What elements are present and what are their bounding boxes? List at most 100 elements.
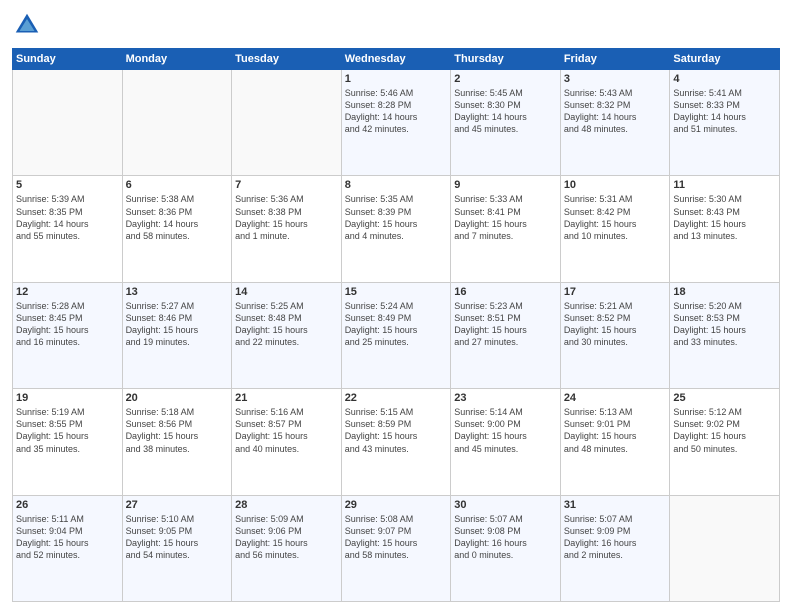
cell-content: Sunrise: 5:19 AM Sunset: 8:55 PM Dayligh… <box>16 406 119 455</box>
cell-content: Sunrise: 5:20 AM Sunset: 8:53 PM Dayligh… <box>673 300 776 349</box>
calendar-cell: 8Sunrise: 5:35 AM Sunset: 8:39 PM Daylig… <box>341 176 451 282</box>
cell-content: Sunrise: 5:41 AM Sunset: 8:33 PM Dayligh… <box>673 87 776 136</box>
calendar-cell: 5 Sunrise: 5:39 AM Sunset: 8:35 PM Daylig… <box>13 176 123 282</box>
cell-content: Sunrise: 5:33 AM Sunset: 8:41 PM Dayligh… <box>454 193 557 242</box>
calendar-cell: 30 Sunrise: 5:07 AM Sunset: 9:08 PM Dayli… <box>451 495 561 601</box>
day-number: 15 <box>345 286 448 298</box>
calendar-table: SundayMondayTuesdayWednesdayThursdayFrid… <box>12 48 780 602</box>
logo-icon <box>12 10 42 40</box>
cell-content: Sunrise: 5:23 AM Sunset: 8:51 PM Dayligh… <box>454 300 557 349</box>
cell-content: Sunrise: 5:15 AM Sunset: 8:59 PM Dayligh… <box>345 406 448 455</box>
day-number: 22 <box>345 392 448 404</box>
cell-content: Sunrise: 5:11 AM Sunset: 9:04 PM Dayligh… <box>16 513 119 562</box>
day-number: 26 <box>16 499 119 511</box>
day-number: 29 <box>345 499 448 511</box>
day-header-wednesday: Wednesday <box>341 49 451 70</box>
day-number: 2 <box>454 73 557 85</box>
calendar-week-2: 5 Sunrise: 5:39 AM Sunset: 8:35 PM Daylig… <box>13 176 780 282</box>
day-number: 27 <box>126 499 229 511</box>
calendar-cell: 14Sunrise: 5:25 AM Sunset: 8:48 PM Dayli… <box>232 282 342 388</box>
day-number: 4 <box>673 73 776 85</box>
cell-content: Sunrise: 5:18 AM Sunset: 8:56 PM Dayligh… <box>126 406 229 455</box>
calendar-week-1: 1 Sunrise: 5:46 AM Sunset: 8:28 PM Daylig… <box>13 70 780 176</box>
calendar-week-5: 26 Sunrise: 5:11 AM Sunset: 9:04 PM Dayli… <box>13 495 780 601</box>
day-number: 11 <box>673 179 776 191</box>
day-number: 30 <box>454 499 557 511</box>
day-number: 20 <box>126 392 229 404</box>
day-number: 7 <box>235 179 338 191</box>
day-number: 25 <box>673 392 776 404</box>
calendar-cell: 19Sunrise: 5:19 AM Sunset: 8:55 PM Dayli… <box>13 389 123 495</box>
calendar-cell: 24Sunrise: 5:13 AM Sunset: 9:01 PM Dayli… <box>560 389 670 495</box>
calendar-cell <box>122 70 232 176</box>
calendar-cell <box>232 70 342 176</box>
cell-content: Sunrise: 5:09 AM Sunset: 9:06 PM Dayligh… <box>235 513 338 562</box>
day-number: 10 <box>564 179 667 191</box>
day-header-friday: Friday <box>560 49 670 70</box>
cell-content: Sunrise: 5:08 AM Sunset: 9:07 PM Dayligh… <box>345 513 448 562</box>
cell-content: Sunrise: 5:25 AM Sunset: 8:48 PM Dayligh… <box>235 300 338 349</box>
day-number: 3 <box>564 73 667 85</box>
logo <box>12 10 46 40</box>
cell-content: Sunrise: 5:10 AM Sunset: 9:05 PM Dayligh… <box>126 513 229 562</box>
calendar-cell: 13 Sunrise: 5:27 AM Sunset: 8:46 PM Dayli… <box>122 282 232 388</box>
calendar-cell: 2Sunrise: 5:45 AM Sunset: 8:30 PM Daylig… <box>451 70 561 176</box>
page: SundayMondayTuesdayWednesdayThursdayFrid… <box>0 0 792 612</box>
calendar-cell: 25 Sunrise: 5:12 AM Sunset: 9:02 PM Dayli… <box>670 389 780 495</box>
day-number: 5 <box>16 179 119 191</box>
day-number: 31 <box>564 499 667 511</box>
cell-content: Sunrise: 5:07 AM Sunset: 9:08 PM Dayligh… <box>454 513 557 562</box>
cell-content: Sunrise: 5:36 AM Sunset: 8:38 PM Dayligh… <box>235 193 338 242</box>
calendar-cell: 7 Sunrise: 5:36 AM Sunset: 8:38 PM Daylig… <box>232 176 342 282</box>
calendar-cell: 17 Sunrise: 5:21 AM Sunset: 8:52 PM Dayli… <box>560 282 670 388</box>
calendar-cell: 27 Sunrise: 5:10 AM Sunset: 9:05 PM Dayli… <box>122 495 232 601</box>
calendar-cell: 31 Sunrise: 5:07 AM Sunset: 9:09 PM Dayli… <box>560 495 670 601</box>
calendar-cell: 21 Sunrise: 5:16 AM Sunset: 8:57 PM Dayli… <box>232 389 342 495</box>
calendar-cell: 26 Sunrise: 5:11 AM Sunset: 9:04 PM Dayli… <box>13 495 123 601</box>
cell-content: Sunrise: 5:21 AM Sunset: 8:52 PM Dayligh… <box>564 300 667 349</box>
cell-content: Sunrise: 5:24 AM Sunset: 8:49 PM Dayligh… <box>345 300 448 349</box>
cell-content: Sunrise: 5:35 AM Sunset: 8:39 PM Dayligh… <box>345 193 448 242</box>
day-number: 23 <box>454 392 557 404</box>
cell-content: Sunrise: 5:43 AM Sunset: 8:32 PM Dayligh… <box>564 87 667 136</box>
cell-content: Sunrise: 5:07 AM Sunset: 9:09 PM Dayligh… <box>564 513 667 562</box>
calendar-cell: 6Sunrise: 5:38 AM Sunset: 8:36 PM Daylig… <box>122 176 232 282</box>
calendar-cell: 20 Sunrise: 5:18 AM Sunset: 8:56 PM Dayli… <box>122 389 232 495</box>
day-number: 17 <box>564 286 667 298</box>
calendar-cell <box>670 495 780 601</box>
day-number: 1 <box>345 73 448 85</box>
day-number: 16 <box>454 286 557 298</box>
day-number: 18 <box>673 286 776 298</box>
cell-content: Sunrise: 5:46 AM Sunset: 8:28 PM Dayligh… <box>345 87 448 136</box>
day-number: 28 <box>235 499 338 511</box>
day-header-thursday: Thursday <box>451 49 561 70</box>
calendar-cell: 28 Sunrise: 5:09 AM Sunset: 9:06 PM Dayli… <box>232 495 342 601</box>
calendar-header-row: SundayMondayTuesdayWednesdayThursdayFrid… <box>13 49 780 70</box>
cell-content: Sunrise: 5:14 AM Sunset: 9:00 PM Dayligh… <box>454 406 557 455</box>
calendar-cell: 3 Sunrise: 5:43 AM Sunset: 8:32 PM Daylig… <box>560 70 670 176</box>
cell-content: Sunrise: 5:27 AM Sunset: 8:46 PM Dayligh… <box>126 300 229 349</box>
cell-content: Sunrise: 5:12 AM Sunset: 9:02 PM Dayligh… <box>673 406 776 455</box>
cell-content: Sunrise: 5:39 AM Sunset: 8:35 PM Dayligh… <box>16 193 119 242</box>
cell-content: Sunrise: 5:30 AM Sunset: 8:43 PM Dayligh… <box>673 193 776 242</box>
calendar-cell: 18 Sunrise: 5:20 AM Sunset: 8:53 PM Dayli… <box>670 282 780 388</box>
cell-content: Sunrise: 5:38 AM Sunset: 8:36 PM Dayligh… <box>126 193 229 242</box>
calendar-cell: 23 Sunrise: 5:14 AM Sunset: 9:00 PM Dayli… <box>451 389 561 495</box>
cell-content: Sunrise: 5:16 AM Sunset: 8:57 PM Dayligh… <box>235 406 338 455</box>
day-header-tuesday: Tuesday <box>232 49 342 70</box>
calendar-cell: 9 Sunrise: 5:33 AM Sunset: 8:41 PM Daylig… <box>451 176 561 282</box>
day-number: 9 <box>454 179 557 191</box>
day-number: 21 <box>235 392 338 404</box>
day-header-sunday: Sunday <box>13 49 123 70</box>
calendar-cell: 15 Sunrise: 5:24 AM Sunset: 8:49 PM Dayli… <box>341 282 451 388</box>
calendar-cell: 1 Sunrise: 5:46 AM Sunset: 8:28 PM Daylig… <box>341 70 451 176</box>
calendar-cell <box>13 70 123 176</box>
calendar-week-3: 12Sunrise: 5:28 AM Sunset: 8:45 PM Dayli… <box>13 282 780 388</box>
cell-content: Sunrise: 5:28 AM Sunset: 8:45 PM Dayligh… <box>16 300 119 349</box>
cell-content: Sunrise: 5:31 AM Sunset: 8:42 PM Dayligh… <box>564 193 667 242</box>
calendar-cell: 12Sunrise: 5:28 AM Sunset: 8:45 PM Dayli… <box>13 282 123 388</box>
calendar-cell: 22 Sunrise: 5:15 AM Sunset: 8:59 PM Dayli… <box>341 389 451 495</box>
day-number: 13 <box>126 286 229 298</box>
calendar-cell: 11 Sunrise: 5:30 AM Sunset: 8:43 PM Dayli… <box>670 176 780 282</box>
header <box>12 10 780 40</box>
